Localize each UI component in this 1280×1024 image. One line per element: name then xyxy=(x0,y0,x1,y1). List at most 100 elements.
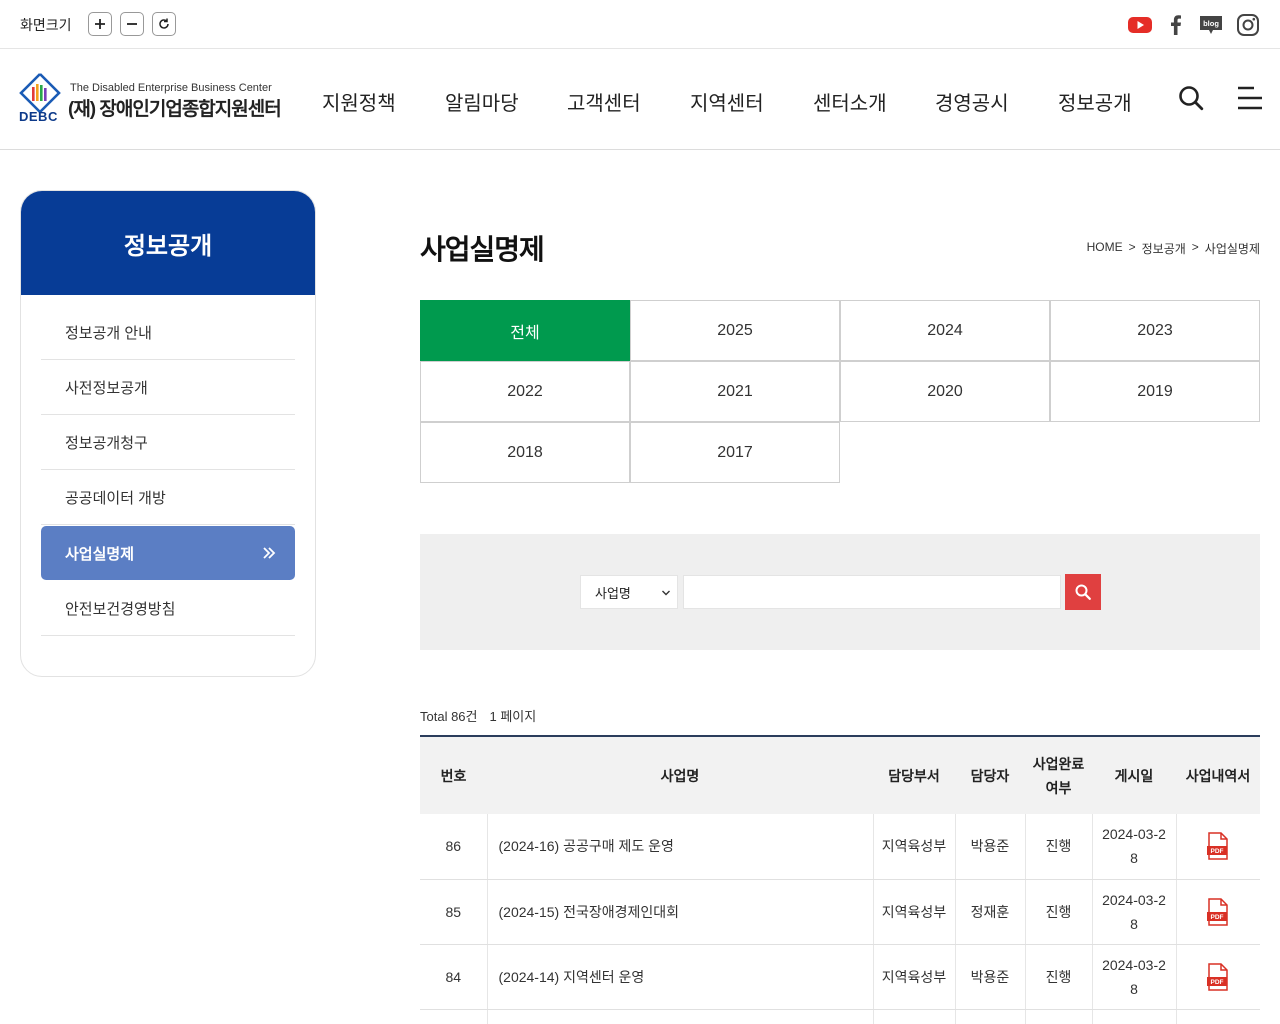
blog-icon-text: blog xyxy=(1203,19,1219,28)
cell-status: 진행 xyxy=(1024,814,1092,880)
year-tab-2019[interactable]: 2019 xyxy=(1050,361,1260,422)
instagram-icon[interactable] xyxy=(1235,12,1261,38)
breadcrumb-info-disclosure[interactable]: 정보공개 xyxy=(1142,240,1186,257)
column-header-number: 번호 xyxy=(440,767,467,784)
cell-date: 2024-03-28 xyxy=(1091,879,1176,945)
sidebar-item-disclosure-request[interactable]: 정보공개청구 xyxy=(41,415,295,470)
sidebar-nav: 정보공개 정보공개 안내 사전정보공개 정보공개청구 공공데이터 개방 사업실명… xyxy=(20,190,316,677)
sidebar-title: 정보공개 xyxy=(21,191,315,295)
zoom-in-button[interactable] xyxy=(88,12,112,36)
sidebar-item-label: 안전보건경영방침 xyxy=(65,600,176,618)
cell-date: 2024-03-2 xyxy=(1091,1009,1176,1024)
search-button[interactable] xyxy=(1065,574,1101,610)
column-header-department: 담당부서 xyxy=(888,767,940,784)
year-tab-2017[interactable]: 2017 xyxy=(630,422,840,483)
year-tab-2020[interactable]: 2020 xyxy=(840,361,1050,422)
breadcrumb-home[interactable]: HOME xyxy=(1087,240,1123,257)
cell-person: 정재훈 xyxy=(954,879,1025,945)
year-tab-2018[interactable]: 2018 xyxy=(420,422,630,483)
gnb-item-support-policy[interactable]: 지원정책 xyxy=(322,87,396,116)
column-header-statement: 사업내역서 xyxy=(1185,767,1251,784)
utility-bar: 화면크기 blog xyxy=(0,0,1280,49)
gnb-item-management-disclosure[interactable]: 경영공시 xyxy=(935,87,1009,116)
gnb-item-information-disclosure[interactable]: 정보공개 xyxy=(1058,87,1132,116)
cell-project-link[interactable] xyxy=(486,1009,873,1024)
table-row: 86 (2024-16) 공공구매 제도 운영 지역육성부 박용준 진행 202… xyxy=(420,814,1260,880)
cell-status: 진행 xyxy=(1024,879,1092,945)
result-summary: Total 86건 1 페이지 xyxy=(420,706,536,725)
menu-icon[interactable] xyxy=(1236,84,1264,112)
sidebar-item-info-guide[interactable]: 정보공개 안내 xyxy=(41,305,295,360)
table-row: 2024-03-2 xyxy=(420,1009,1260,1024)
sidebar-item-label: 정보공개 안내 xyxy=(65,324,152,342)
table-header-row: 번호 사업명 담당부서 담당자 사업완료 여부 게시일 사업내역서 xyxy=(420,736,1260,814)
table-row: 85 (2024-15) 전국장애경제인대회 지역육성부 정재훈 진행 2024… xyxy=(420,879,1260,945)
pdf-icon[interactable]: PDF xyxy=(1206,962,1230,991)
search-icon[interactable] xyxy=(1177,84,1205,112)
breadcrumb-separator: > xyxy=(1128,240,1136,254)
cell-project-link[interactable]: (2024-16) 공공구매 제도 운영 xyxy=(486,814,873,880)
cell-department: 지역육성부 xyxy=(872,944,955,1010)
logo-korean-name: (재) 장애인기업종합지원센터 xyxy=(68,99,282,120)
logo-abbreviation: DEBC xyxy=(19,109,58,124)
chevron-down-icon xyxy=(662,590,670,596)
sidebar-item-label: 정보공개청구 xyxy=(65,434,148,452)
site-header: The Disabled Enterprise Business Center … xyxy=(0,49,1280,150)
sidebar-item-label: 사전정보공개 xyxy=(65,379,148,397)
sidebar-item-project-name-system[interactable]: 사업실명제 xyxy=(41,526,295,580)
year-tab-2021[interactable]: 2021 xyxy=(630,361,840,422)
year-tab-2022[interactable]: 2022 xyxy=(420,361,630,422)
pdf-icon[interactable]: PDF xyxy=(1206,832,1230,860)
year-tab-2025[interactable]: 2025 xyxy=(630,300,840,361)
sidebar-item-safety-policy[interactable]: 안전보건경영방침 xyxy=(41,581,295,636)
gnb-item-notices[interactable]: 알림마당 xyxy=(445,87,519,116)
cell-number: 86 xyxy=(420,814,487,880)
search-category-value: 사업명 xyxy=(595,585,631,601)
year-tab-2024[interactable]: 2024 xyxy=(840,300,1050,361)
cell-number xyxy=(420,1009,487,1024)
table-row: 84 (2024-14) 지역센터 운영 지역육성부 박용준 진행 2024-0… xyxy=(420,944,1260,1010)
sidebar-list: 정보공개 안내 사전정보공개 정보공개청구 공공데이터 개방 사업실명제 안전보… xyxy=(21,295,315,636)
search-category-select[interactable]: 사업명 xyxy=(580,575,678,609)
cell-project-link[interactable]: (2024-14) 지역센터 운영 xyxy=(486,944,873,1010)
cell-person: 박용준 xyxy=(954,814,1025,880)
zoom-out-button[interactable] xyxy=(120,12,144,36)
sidebar-item-prior-disclosure[interactable]: 사전정보공개 xyxy=(41,360,295,415)
breadcrumb-separator: > xyxy=(1191,240,1199,254)
current-page: 1 페이지 xyxy=(489,709,537,724)
svg-text:PDF: PDF xyxy=(1211,848,1224,855)
search-icon xyxy=(1075,584,1091,600)
cell-attachment: PDF xyxy=(1175,879,1260,945)
column-header-date: 게시일 xyxy=(1114,767,1154,784)
sidebar-item-public-data[interactable]: 공공데이터 개방 xyxy=(41,470,295,525)
cell-attachment: PDF xyxy=(1175,814,1260,880)
cell-number: 84 xyxy=(420,944,487,1010)
sidebar-item-label: 공공데이터 개방 xyxy=(65,489,166,507)
breadcrumb-current: 사업실명제 xyxy=(1204,242,1260,256)
blog-icon[interactable]: blog xyxy=(1198,12,1224,38)
cell-number: 85 xyxy=(420,879,487,945)
cell-person: 박용준 xyxy=(954,944,1025,1010)
site-logo[interactable]: The Disabled Enterprise Business Center … xyxy=(18,71,288,127)
pdf-icon[interactable]: PDF xyxy=(1206,897,1230,926)
cell-department xyxy=(872,1009,955,1024)
gnb-item-customer-center[interactable]: 고객센터 xyxy=(567,87,641,116)
search-input[interactable] xyxy=(683,575,1061,609)
youtube-icon[interactable] xyxy=(1127,12,1153,38)
refresh-icon xyxy=(159,18,169,29)
zoom-reset-button[interactable] xyxy=(152,12,176,36)
zoom-label: 화면크기 xyxy=(20,17,72,33)
svg-text:PDF: PDF xyxy=(1211,979,1224,986)
column-header-project-name: 사업명 xyxy=(660,767,700,784)
search-panel: 사업명 xyxy=(420,534,1260,650)
gnb-item-about[interactable]: 센터소개 xyxy=(813,87,887,116)
project-table: 번호 사업명 담당부서 담당자 사업완료 여부 게시일 사업내역서 86 (20… xyxy=(420,735,1260,1024)
gnb-item-regional-center[interactable]: 지역센터 xyxy=(690,87,764,116)
year-tab-2023[interactable]: 2023 xyxy=(1050,300,1260,361)
cell-project-link[interactable]: (2024-15) 전국장애경제인대회 xyxy=(486,879,873,945)
double-chevron-right-icon xyxy=(263,547,276,559)
cell-status xyxy=(1024,1009,1092,1024)
year-tab-all[interactable]: 전체 xyxy=(420,300,630,361)
facebook-icon[interactable] xyxy=(1163,12,1189,38)
plus-icon xyxy=(95,19,105,29)
